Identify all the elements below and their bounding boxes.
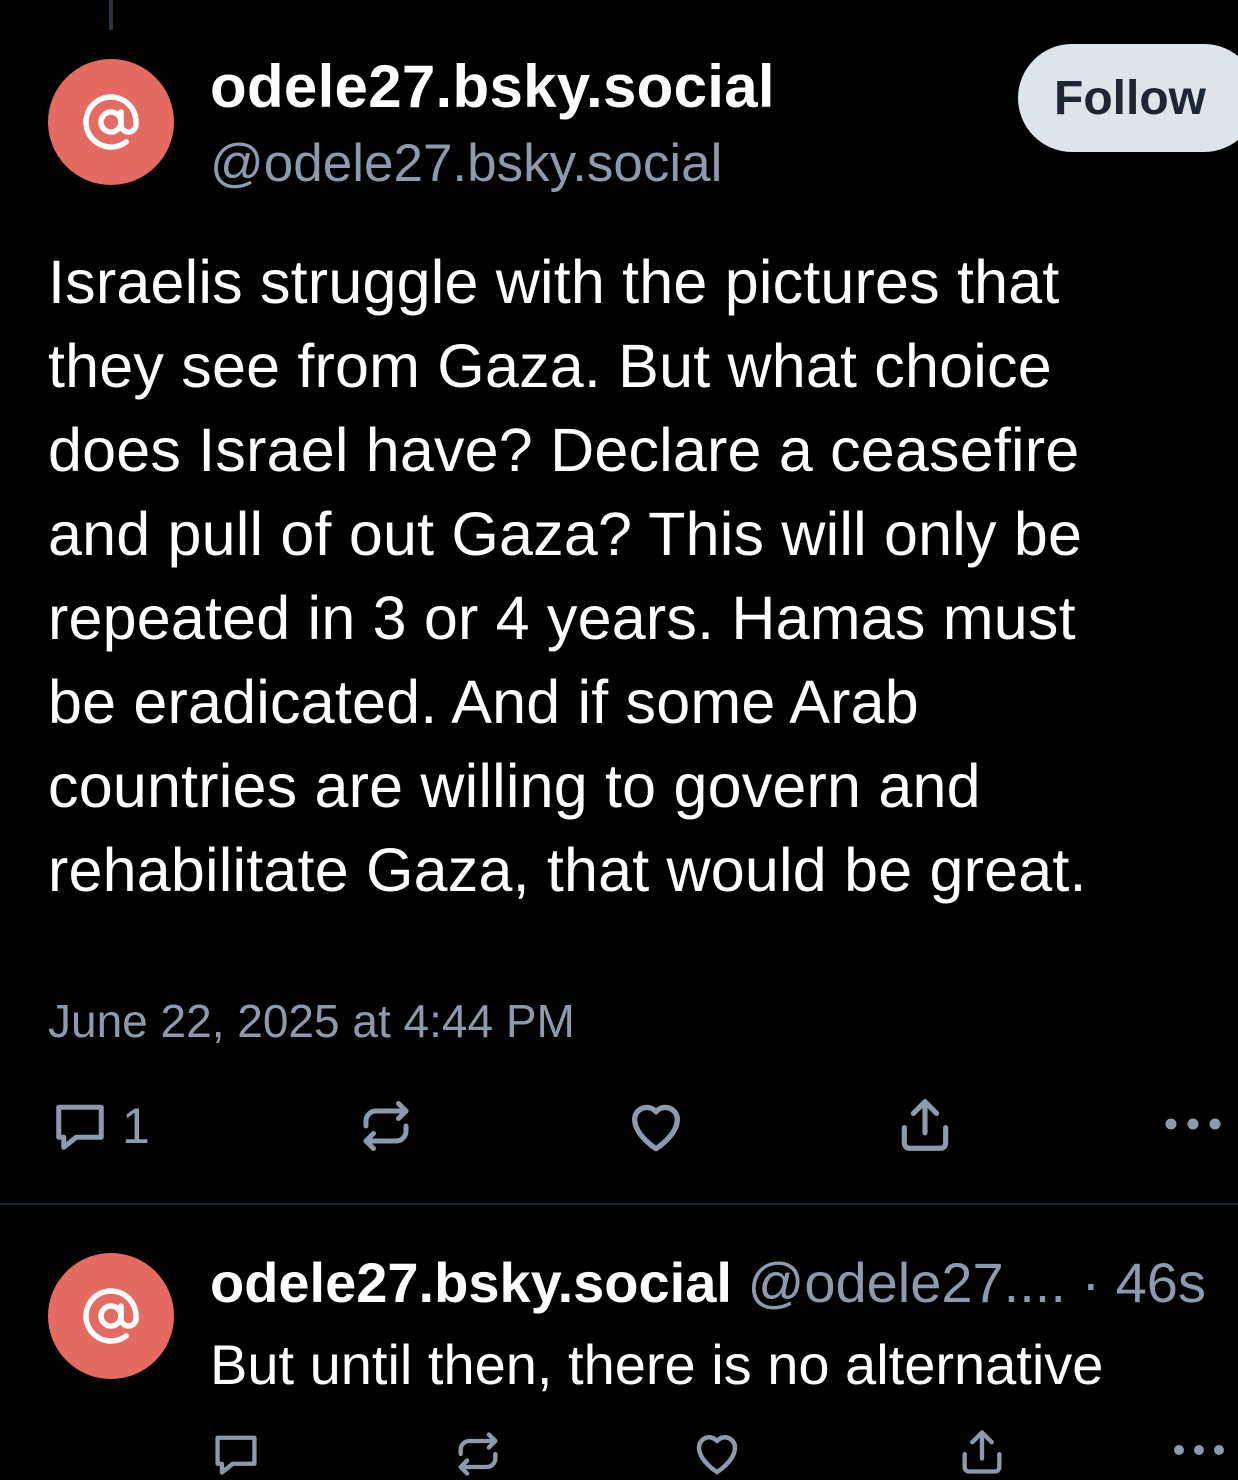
reply-handle[interactable]: @odele27.... (747, 1251, 1065, 1314)
reply-repost-button[interactable] (452, 1428, 504, 1480)
at-sign-icon (83, 1288, 139, 1344)
reply-separator: · (1081, 1251, 1101, 1314)
post-timestamp: June 22, 2025 at 4:44 PM (48, 995, 575, 1047)
repost-icon (363, 1101, 409, 1151)
author-avatar[interactable] (48, 59, 174, 185)
more-dots-icon (1165, 1118, 1221, 1130)
reply-reply-button[interactable] (210, 1428, 262, 1480)
author-display-name[interactable]: odele27.bsky.social (210, 52, 775, 121)
reply-header: odele27.bsky.social @odele27.... · 46s (210, 1250, 1206, 1315)
repost-button[interactable] (356, 1096, 416, 1156)
at-sign-icon (83, 94, 139, 150)
more-options-button[interactable] (1162, 1110, 1224, 1138)
speech-bubble-icon (215, 1435, 257, 1475)
thread-line (109, 0, 113, 30)
heart-icon (696, 1435, 738, 1475)
share-icon (962, 1430, 1002, 1474)
post-text: Israelis struggle with the pictures that… (48, 248, 1087, 904)
reply-author-avatar[interactable] (48, 1253, 174, 1379)
follow-button[interactable]: Follow (1018, 44, 1238, 152)
repost-icon (458, 1432, 498, 1476)
reply-time: 46s (1115, 1251, 1206, 1314)
share-icon (901, 1099, 949, 1151)
like-button[interactable] (624, 1094, 688, 1158)
reply-button[interactable]: 1 (50, 1096, 150, 1156)
reply-share-button[interactable] (956, 1426, 1008, 1478)
reply-count: 1 (122, 1098, 150, 1154)
divider (0, 1203, 1238, 1205)
share-button[interactable] (894, 1094, 956, 1156)
speech-bubble-icon (56, 1104, 104, 1150)
reply-text: But until then, there is no alternative (210, 1333, 1104, 1396)
author-handle[interactable]: @odele27.bsky.social (210, 133, 722, 194)
more-dots-icon (1174, 1445, 1224, 1455)
heart-icon (632, 1104, 680, 1152)
reply-like-button[interactable] (690, 1426, 744, 1480)
reply-display-name[interactable]: odele27.bsky.social (210, 1251, 732, 1314)
reply-more-options-button[interactable] (1172, 1438, 1226, 1462)
